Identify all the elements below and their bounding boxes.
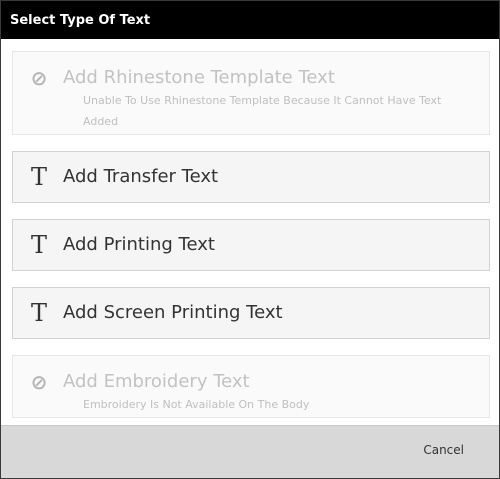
ban-icon: ⊘: [30, 370, 48, 394]
text-icon: T: [30, 299, 47, 327]
cancel-button[interactable]: Cancel: [423, 443, 464, 457]
select-text-type-dialog: Select Type Of Text ⊘ Add Rhinestone Tem…: [0, 0, 500, 479]
dialog-footer: Cancel: [1, 425, 499, 478]
option-title: Add Rhinestone Template Text: [63, 67, 335, 88]
dialog-titlebar: Select Type Of Text: [1, 1, 499, 39]
option-title: Add Printing Text: [63, 234, 215, 255]
dialog-title: Select Type Of Text: [10, 12, 151, 28]
option-title: Add Screen Printing Text: [63, 302, 283, 323]
option-description: Embroidery Is Not Available On The Body: [83, 398, 310, 411]
option-description: Unable To Use Rhinestone Template Becaus…: [83, 94, 442, 128]
option-transfer-text[interactable]: T Add Transfer Text: [12, 151, 490, 203]
text-type-options: ⊘ Add Rhinestone Template Text Unable To…: [12, 51, 490, 418]
option-rhinestone-template-text: ⊘ Add Rhinestone Template Text Unable To…: [12, 51, 490, 135]
text-icon: T: [30, 231, 47, 259]
option-screen-printing-text[interactable]: T Add Screen Printing Text: [12, 287, 490, 339]
option-printing-text[interactable]: T Add Printing Text: [12, 219, 490, 271]
option-title: Add Transfer Text: [63, 166, 219, 187]
option-embroidery-text: ⊘ Add Embroidery Text Embroidery Is Not …: [12, 355, 490, 418]
option-title: Add Embroidery Text: [63, 371, 250, 392]
ban-icon: ⊘: [30, 66, 48, 90]
text-icon: T: [30, 163, 47, 191]
